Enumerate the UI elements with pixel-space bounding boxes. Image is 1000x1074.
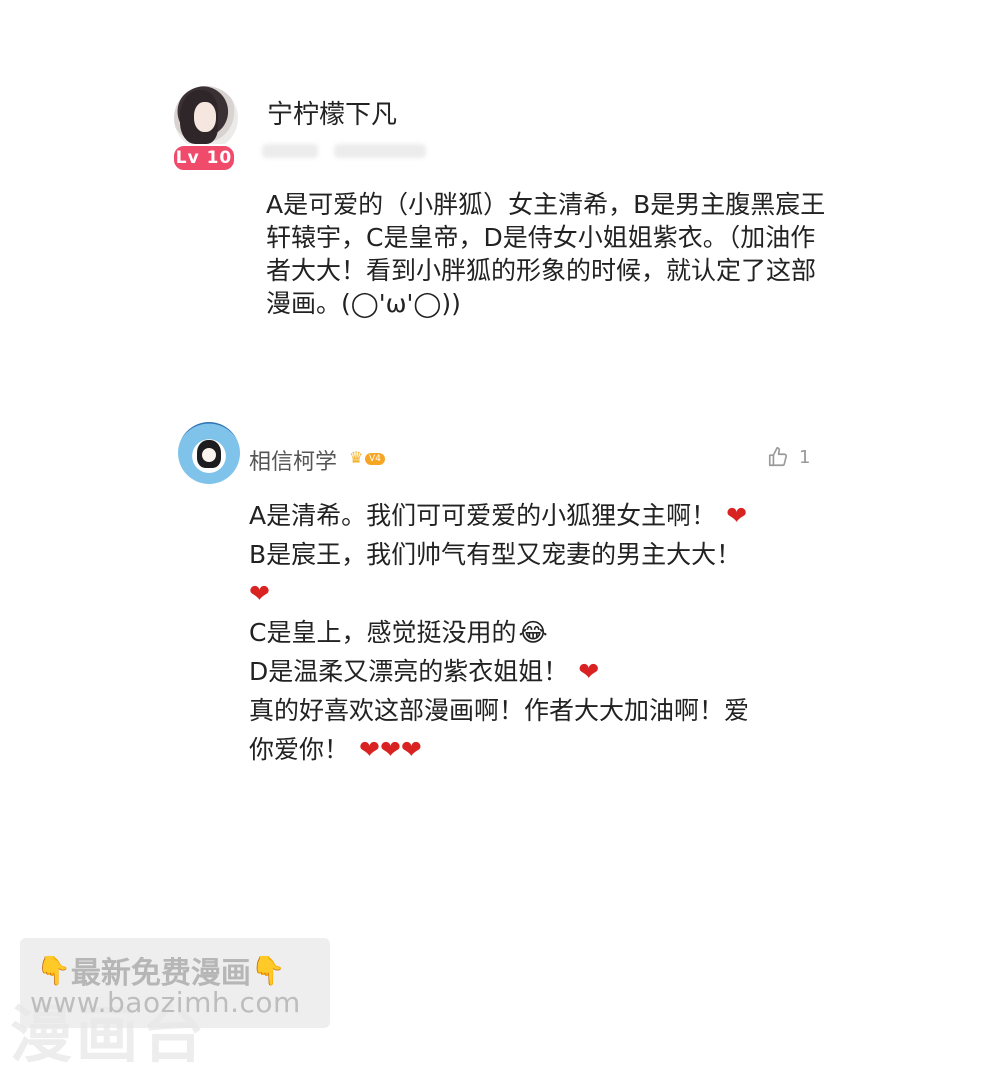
- comment-line: D是温柔又漂亮的紫衣姐姐！ ❤: [249, 652, 819, 691]
- like-count: 1: [799, 446, 811, 468]
- comment-line: ❤: [249, 574, 819, 613]
- username[interactable]: 相信柯学: [249, 444, 337, 476]
- crown-icon: ♛: [349, 448, 364, 467]
- watermark: 👇 最新免费漫画 👇 www.baozimh.com: [20, 938, 330, 1028]
- heart-icon: ❤: [578, 657, 600, 686]
- comment-line: A是清希。我们可可爱爱的小狐狸女主啊！ ❤: [249, 496, 819, 535]
- pointing-down-icon: 👇: [250, 953, 286, 987]
- heart-icon: ❤: [726, 501, 748, 530]
- thumbs-up-icon[interactable]: [767, 446, 789, 468]
- line-text: B是宸王，我们帅气有型又宠妻的男主大大！: [249, 540, 742, 569]
- line-text: A是清希。我们可可爱爱的小狐狸女主啊！: [249, 501, 717, 530]
- line-text: 真的好喜欢这部漫画啊！作者大大加油啊！爱: [249, 696, 750, 725]
- heart-icon: ❤: [249, 579, 270, 608]
- comment-item: Lv 10 宁柠檬下凡 A是可爱的（小胖狐）女主清希，B是男主腹黑宸王轩辕宇，C…: [0, 0, 1000, 400]
- comment-text: A是可爱的（小胖狐）女主清希，B是男主腹黑宸王轩辕宇，C是皇帝，D是侍女小姐姐紫…: [266, 190, 826, 318]
- username[interactable]: 宁柠檬下凡: [267, 94, 397, 131]
- comment-line: 你爱你！ ❤❤❤: [249, 730, 819, 769]
- line-text: D是温柔又漂亮的紫衣姐姐！: [249, 657, 569, 686]
- avatar[interactable]: [174, 86, 238, 150]
- comment-text: A是清希。我们可可爱爱的小狐狸女主啊！ ❤ B是宸王，我们帅气有型又宠妻的男主大大…: [249, 496, 819, 769]
- vip-badge: ♛ V4: [349, 450, 387, 468]
- avatar-container[interactable]: Lv 10: [172, 86, 240, 172]
- comment-line: B是宸王，我们帅气有型又宠妻的男主大大！: [249, 535, 819, 574]
- watermark-url: www.baozimh.com: [30, 986, 301, 1019]
- laughing-tears-icon: 😂: [518, 618, 548, 647]
- level-badge: Lv 10: [172, 144, 236, 172]
- comment-line: C是皇上，感觉挺没用的😂: [249, 613, 819, 652]
- pointing-down-icon: 👇: [36, 953, 71, 987]
- vip-level: V4: [365, 453, 385, 465]
- avatar-face: [202, 448, 216, 462]
- line-text: C是皇上，感觉挺没用的: [249, 618, 517, 647]
- line-text: 你爱你！: [249, 735, 350, 764]
- like-button[interactable]: 1: [767, 442, 810, 472]
- comment-line: 真的好喜欢这部漫画啊！作者大大加油啊！爱: [249, 691, 819, 730]
- comment-item: 相信柯学 ♛ V4 1 A是清希。我们可可爱爱的小狐狸女主啊！ ❤ B是宸王，我们…: [0, 400, 1000, 820]
- avatar-face: [194, 102, 216, 132]
- avatar[interactable]: [178, 422, 240, 484]
- heart-icon: ❤❤❤: [359, 735, 422, 764]
- blurred-timestamp: [262, 144, 318, 158]
- blurred-meta: [334, 144, 426, 158]
